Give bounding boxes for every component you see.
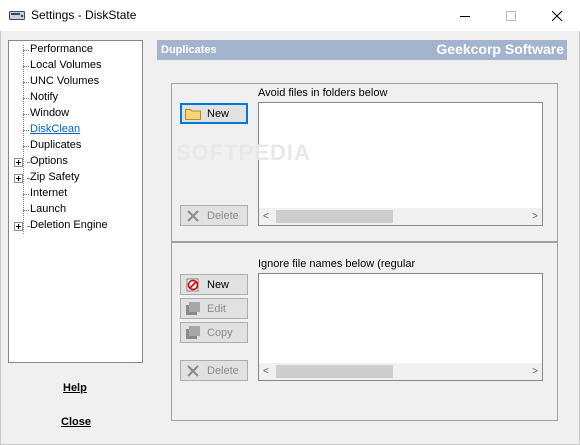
new-folder-button[interactable]: New: [180, 103, 248, 124]
edit-icon: [185, 302, 201, 316]
tree-item-label: Zip Safety: [30, 171, 80, 183]
tree-item-unc-volumes[interactable]: UNC Volumes: [9, 74, 142, 90]
button-label: Delete: [207, 364, 239, 377]
button-label: Delete: [207, 209, 239, 222]
section-title: Duplicates: [161, 44, 217, 56]
section-header: Duplicates Geekcorp Software: [157, 40, 567, 60]
delete-folder-button[interactable]: Delete: [180, 205, 248, 226]
tree-item-label: Launch: [30, 203, 67, 215]
brand-label: Geekcorp Software: [436, 41, 564, 57]
horizontal-scrollbar[interactable]: < >: [259, 363, 542, 380]
scroll-thumb[interactable]: [276, 365, 393, 378]
button-label: Edit: [207, 302, 226, 315]
button-label: New: [207, 278, 230, 291]
expand-plus-icon[interactable]: [14, 158, 23, 167]
tree-item-label: Internet: [30, 187, 68, 199]
folder-icon: [185, 107, 201, 121]
tree-item-label: Notify: [30, 91, 59, 103]
tree-item-label: Deletion Engine: [30, 219, 108, 231]
copy-name-button[interactable]: Copy: [180, 322, 248, 343]
edit-name-button[interactable]: Edit: [180, 298, 248, 319]
avoid-folders-caption: Avoid files in folders below: [258, 87, 388, 99]
tree-item-launch[interactable]: Launch: [9, 202, 142, 218]
maximize-button[interactable]: [488, 0, 534, 31]
tree-item-options[interactable]: Options: [9, 154, 142, 170]
tree-item-local-volumes[interactable]: Local Volumes: [9, 58, 142, 74]
tree-item-deletion-engine[interactable]: Deletion Engine: [9, 218, 142, 234]
maximize-icon: [506, 10, 516, 21]
close-icon: [552, 10, 562, 21]
help-button[interactable]: Help: [63, 382, 87, 394]
tree-item-label: Options: [30, 155, 68, 167]
window-title: Settings - DiskState: [31, 8, 137, 22]
tree-item-zip-safety[interactable]: Zip Safety: [9, 170, 142, 186]
close-window-button[interactable]: [534, 0, 580, 31]
minimize-icon: [460, 15, 470, 17]
settings-tree[interactable]: Performance Local Volumes UNC Volumes No…: [8, 40, 143, 363]
tree-item-label: Duplicates: [30, 139, 82, 151]
copy-icon: [185, 326, 201, 340]
scroll-right-icon[interactable]: >: [532, 366, 538, 377]
tree-item-label: Local Volumes: [30, 59, 102, 71]
minimize-button[interactable]: [442, 0, 488, 31]
tree-item-label: Performance: [30, 43, 93, 55]
tree-item-label: UNC Volumes: [30, 75, 100, 87]
new-document-icon: [185, 278, 201, 292]
tree-item-notify[interactable]: Notify: [9, 90, 142, 106]
scroll-left-icon[interactable]: <: [263, 211, 269, 222]
tree-item-performance[interactable]: Performance: [9, 42, 142, 58]
scroll-left-icon[interactable]: <: [263, 366, 269, 377]
expand-plus-icon[interactable]: [14, 222, 23, 231]
tree-item-label: Window: [30, 107, 70, 119]
delete-name-button[interactable]: Delete: [180, 360, 248, 381]
title-bar: Settings - DiskState: [0, 0, 580, 31]
button-label: Copy: [207, 326, 233, 339]
ignore-names-panel: Ignore file names below (regular New Edi…: [171, 242, 558, 421]
close-button[interactable]: Close: [61, 416, 91, 428]
tree-item-duplicates[interactable]: Duplicates: [9, 138, 142, 154]
delete-x-icon: [185, 364, 201, 378]
ignore-names-caption: Ignore file names below (regular: [258, 258, 416, 270]
diskstate-app-icon: [9, 9, 25, 21]
tree-item-window[interactable]: Window: [9, 106, 142, 122]
scroll-thumb[interactable]: [276, 210, 393, 223]
softpedia-watermark: SOFTPEDIA: [176, 140, 311, 165]
delete-x-icon: [185, 209, 201, 223]
tree-item-label: DiskClean: [30, 123, 81, 135]
scroll-right-icon[interactable]: >: [532, 211, 538, 222]
tree-item-internet[interactable]: Internet: [9, 186, 142, 202]
horizontal-scrollbar[interactable]: < >: [259, 208, 542, 225]
expand-plus-icon[interactable]: [14, 174, 23, 183]
new-name-button[interactable]: New: [180, 274, 248, 295]
ignore-names-list[interactable]: < >: [258, 273, 543, 381]
tree-item-diskclean[interactable]: DiskClean: [9, 122, 142, 138]
button-label: New: [207, 107, 230, 120]
